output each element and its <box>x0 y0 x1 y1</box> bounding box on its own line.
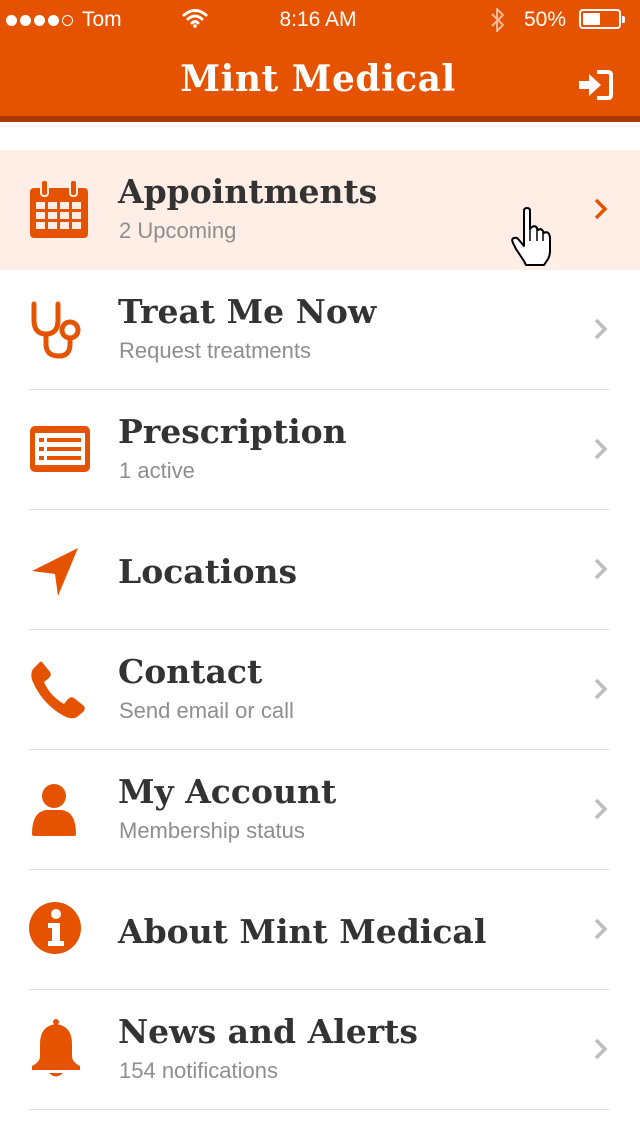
menu-item-title: Locations <box>118 552 298 591</box>
info-icon <box>29 902 81 954</box>
menu-item-prescription[interactable]: Prescription 1 active <box>0 390 640 510</box>
app-title: Mint Medical <box>180 58 456 100</box>
menu-item-news-alerts[interactable]: News and Alerts 154 notifications <box>0 990 640 1110</box>
chevron-right-icon <box>594 198 608 220</box>
battery-level-fill <box>583 13 600 25</box>
menu-item-contact[interactable]: Contact Send email or call <box>0 630 640 750</box>
menu-item-my-account[interactable]: My Account Membership status <box>0 750 640 870</box>
chevron-right-icon <box>594 798 608 820</box>
user-icon <box>32 784 76 836</box>
battery-percentage: 50% <box>524 8 567 31</box>
menu-item-title: News and Alerts <box>118 1012 418 1051</box>
phone-icon <box>31 661 85 719</box>
divider <box>29 1109 610 1110</box>
chevron-right-icon <box>594 558 608 580</box>
menu-item-title: My Account <box>118 772 337 811</box>
chevron-right-icon <box>594 318 608 340</box>
chevron-right-icon <box>594 678 608 700</box>
menu-item-subtitle: 2 Upcoming <box>119 218 237 243</box>
menu-item-subtitle: Request treatments <box>119 338 311 363</box>
menu-item-subtitle: Send email or call <box>119 698 294 723</box>
location-arrow-icon <box>32 548 78 596</box>
main-menu: Appointments 2 Upcoming Treat Me Now Req… <box>0 150 640 1110</box>
menu-item-subtitle: 1 active <box>119 458 195 483</box>
stethoscope-icon <box>31 301 81 359</box>
menu-item-title: Contact <box>118 652 263 691</box>
chevron-right-icon <box>594 438 608 460</box>
status-bar: Tom 8:16 AM 50% <box>0 0 640 40</box>
hand-pointer-cursor-icon <box>511 207 551 266</box>
sign-in-icon[interactable] <box>577 70 613 100</box>
menu-item-subtitle: Membership status <box>119 818 305 843</box>
menu-item-title: Treat Me Now <box>118 292 377 331</box>
menu-item-subtitle: 154 notifications <box>119 1058 278 1083</box>
menu-item-title: About Mint Medical <box>118 912 487 951</box>
menu-item-about[interactable]: About Mint Medical <box>0 870 640 990</box>
chevron-right-icon <box>594 918 608 940</box>
prescription-list-icon <box>30 426 90 472</box>
bell-icon <box>32 1019 80 1077</box>
header: Mint Medical <box>0 40 640 122</box>
menu-item-title: Prescription <box>118 412 347 451</box>
menu-item-title: Appointments <box>118 172 378 211</box>
menu-item-treat-me-now[interactable]: Treat Me Now Request treatments <box>0 270 640 390</box>
calendar-icon <box>30 179 88 238</box>
chevron-right-icon <box>594 1038 608 1060</box>
menu-item-locations[interactable]: Locations <box>0 510 640 630</box>
bluetooth-icon <box>491 8 504 32</box>
battery-icon <box>579 9 625 29</box>
